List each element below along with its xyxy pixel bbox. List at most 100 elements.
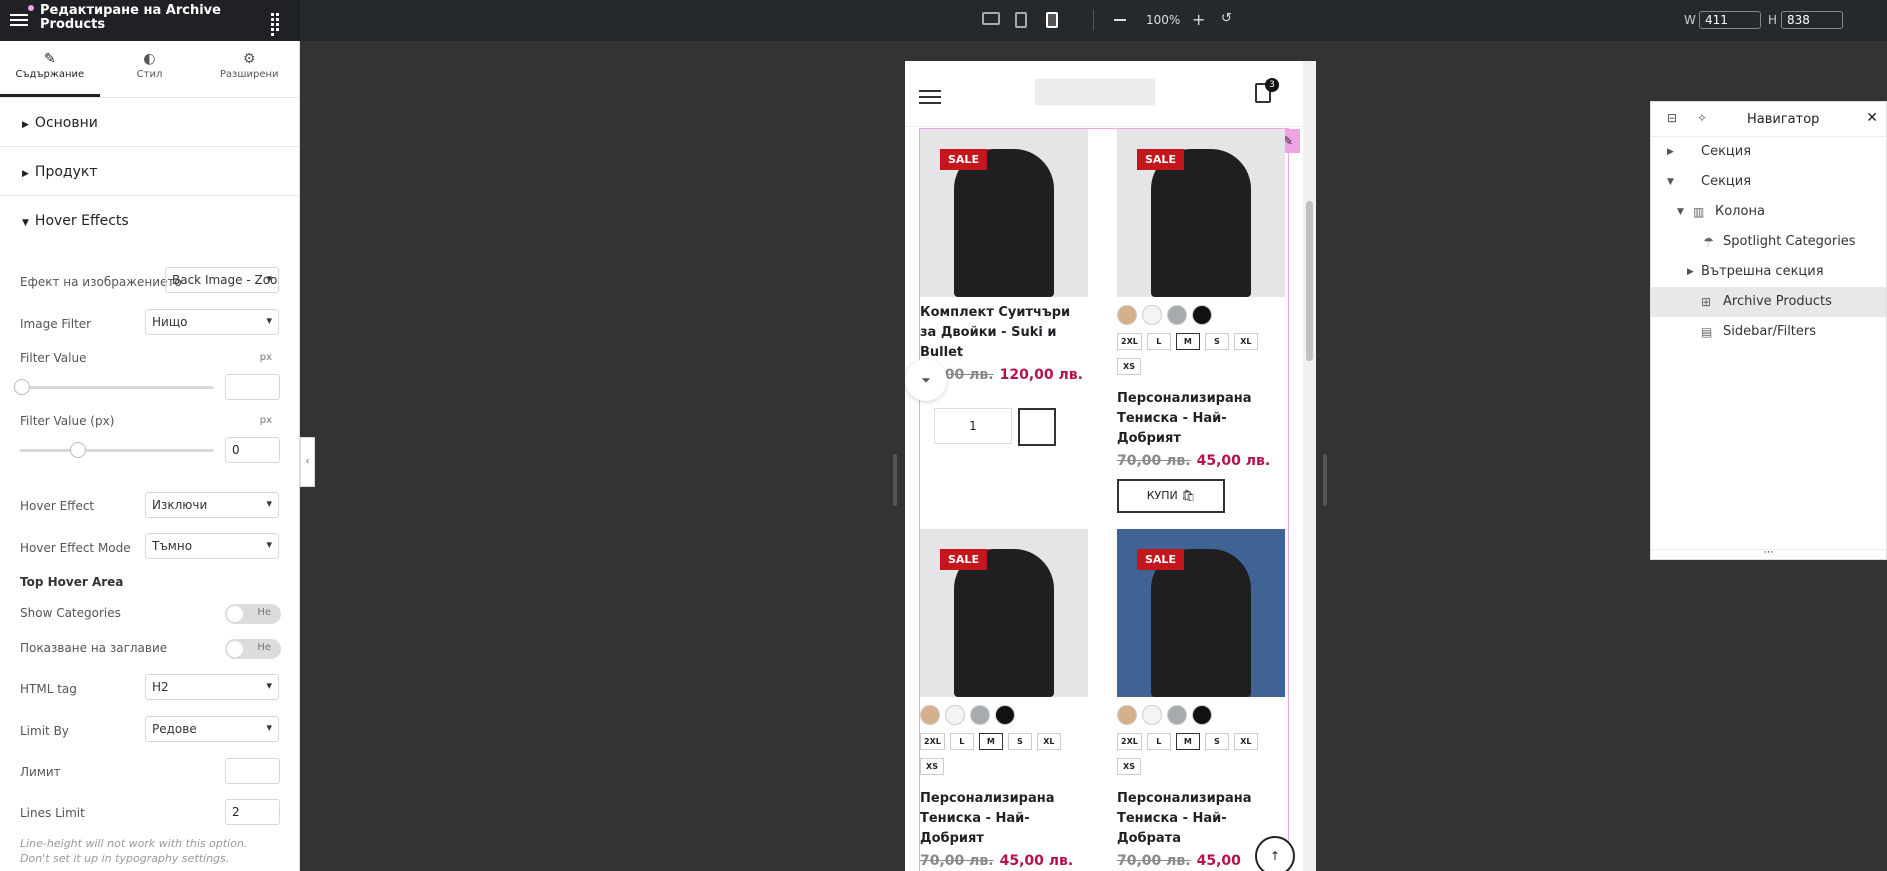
tab-style[interactable]: ◐ Стил — [100, 41, 200, 97]
collapse-all-icon[interactable]: ⊟ — [1667, 111, 1677, 125]
nav-item-sidebar[interactable]: ▤ Sidebar/Filters — [1651, 317, 1886, 347]
filter-icon[interactable]: ⏷ — [905, 359, 947, 401]
size-option[interactable]: S — [1007, 733, 1032, 750]
nav-item-archive-products[interactable]: ⊞ Archive Products — [1651, 287, 1886, 317]
swatch[interactable] — [1142, 705, 1162, 725]
mobile-icon[interactable] — [1046, 12, 1058, 28]
size-option[interactable]: S — [1204, 733, 1229, 750]
caret-right-icon[interactable]: ▶ — [1667, 137, 1674, 167]
caret-down-icon[interactable]: ▼ — [1667, 167, 1674, 197]
reset-zoom-icon[interactable]: ↺ — [1221, 11, 1232, 26]
product-title[interactable]: Персонализирана Тениска - Най-Добрият — [920, 789, 1090, 849]
ai-sparkle-icon[interactable]: ✧ — [1697, 111, 1707, 125]
caret-right-icon[interactable]: ▶ — [1687, 257, 1694, 287]
preview-scrollbar[interactable] — [1303, 61, 1316, 871]
html-tag-select[interactable]: H2 — [145, 674, 279, 700]
product-title[interactable]: Комплект Суитчъри за Двойки - Suki и Bul… — [920, 303, 1090, 363]
desktop-icon[interactable] — [982, 12, 1000, 25]
product-image[interactable]: SALE — [920, 529, 1088, 697]
filter-value-px-input[interactable]: 0 — [225, 437, 280, 463]
swatch[interactable] — [920, 705, 940, 725]
swatch[interactable] — [995, 705, 1015, 725]
product-card[interactable]: SALE 2XL L M S XL XS Персонализирана Тениска … — [920, 529, 1090, 869]
product-image[interactable]: SALE — [1117, 129, 1285, 297]
widgets-grid-icon[interactable] — [271, 13, 285, 36]
product-card[interactable]: SALE 2XL L M S XL XS Персонализирана Тениска … — [1117, 129, 1287, 513]
swatch[interactable] — [1167, 705, 1187, 725]
product-card[interactable]: SALE Комплект Суитчъри за Двойки - Suki … — [920, 129, 1090, 383]
resize-handle-left[interactable] — [893, 454, 897, 506]
zoom-in-icon[interactable]: + — [1192, 10, 1205, 29]
size-option[interactable]: XS — [1117, 758, 1141, 775]
resize-handle-right[interactable] — [1323, 454, 1327, 506]
filter-value-slider[interactable] — [14, 379, 214, 395]
size-option[interactable]: M — [978, 733, 1003, 750]
scrollbar-thumb[interactable] — [1306, 201, 1313, 361]
archive-products-widget[interactable]: ✎ SALE Комплект Суитчъри за Двойки - Suk… — [919, 128, 1300, 871]
image-effect-select[interactable]: Back Image - Zoom — [165, 267, 279, 293]
navigator-resize-handle[interactable]: ⋯ — [1651, 548, 1886, 559]
swatch[interactable] — [1142, 305, 1162, 325]
product-image[interactable]: SALE — [920, 129, 1088, 297]
width-input[interactable]: 411 — [1699, 11, 1761, 29]
size-option[interactable]: S — [1204, 333, 1229, 350]
quantity-stepper[interactable]: 1 — [934, 408, 1012, 444]
back-to-top-icon[interactable]: ↑ — [1255, 836, 1295, 871]
zoom-out-icon[interactable] — [1114, 19, 1126, 21]
slider-handle[interactable] — [70, 442, 86, 458]
caret-down-icon[interactable]: ▼ — [1677, 197, 1684, 227]
filter-value-unit[interactable]: px — [260, 352, 272, 363]
nav-item-section[interactable]: ▶ Секция — [1651, 137, 1886, 167]
swatch[interactable] — [945, 705, 965, 725]
buy-button[interactable]: КУПИ 🛍 — [1117, 479, 1225, 513]
limit-input[interactable] — [225, 758, 280, 784]
collapse-panel-button[interactable]: ‹ — [300, 437, 315, 487]
filter-value-px-unit[interactable]: px — [260, 415, 272, 426]
size-option[interactable]: L — [949, 733, 974, 750]
size-option[interactable]: XL — [1036, 733, 1061, 750]
section-hover-effects[interactable]: ▼ Hover Effects — [0, 196, 299, 245]
size-option[interactable]: 2XL — [920, 733, 945, 750]
show-categories-toggle[interactable]: Не — [225, 604, 281, 624]
product-title[interactable]: Персонализирана Тениска - Най-Добрият — [1117, 389, 1287, 449]
size-option[interactable]: XS — [920, 758, 944, 775]
swatch[interactable] — [1117, 705, 1137, 725]
nav-item-section[interactable]: ▼ Секция — [1651, 167, 1886, 197]
size-option[interactable]: 2XL — [1117, 333, 1142, 350]
size-option[interactable]: XL — [1233, 733, 1258, 750]
mobile-menu-icon[interactable] — [919, 86, 941, 108]
tab-advanced[interactable]: ⚙ Разширени — [199, 41, 299, 97]
size-option[interactable]: XS — [1117, 358, 1141, 375]
show-title-toggle[interactable]: Не — [225, 639, 281, 659]
hover-mode-select[interactable]: Тъмно — [145, 533, 279, 559]
size-option[interactable]: M — [1175, 733, 1200, 750]
limit-by-select[interactable]: Редове — [145, 716, 279, 742]
section-basic[interactable]: ▶ Основни — [0, 98, 299, 147]
logo[interactable] — [1035, 79, 1155, 105]
product-card[interactable]: SALE 2XL L M S XLXS Персонализирана Тениска … — [1117, 529, 1287, 869]
nav-item-spotlight[interactable]: ☂ Spotlight Categories — [1651, 227, 1886, 257]
nav-item-column[interactable]: ▼ ▥ Колона — [1651, 197, 1886, 227]
close-icon[interactable]: ✕ — [1866, 110, 1878, 126]
add-to-cart-button[interactable] — [1018, 408, 1056, 446]
swatch[interactable] — [1117, 305, 1137, 325]
swatch[interactable] — [970, 705, 990, 725]
section-product[interactable]: ▶ Продукт — [0, 147, 299, 196]
swatch[interactable] — [1192, 705, 1212, 725]
filter-value-px-slider[interactable] — [20, 442, 214, 458]
tablet-icon[interactable] — [1015, 12, 1027, 28]
size-option[interactable]: M — [1175, 333, 1200, 350]
size-option[interactable]: XL — [1233, 333, 1258, 350]
menu-icon[interactable] — [10, 11, 28, 29]
size-option[interactable]: 2XL — [1117, 733, 1142, 750]
image-filter-select[interactable]: Нищо — [145, 309, 279, 335]
size-option[interactable]: L — [1146, 333, 1171, 350]
tab-content[interactable]: ✎ Съдържание — [0, 41, 100, 97]
product-image[interactable]: SALE — [1117, 529, 1285, 697]
size-option[interactable]: L — [1146, 733, 1171, 750]
hover-effect-select[interactable]: Изключи — [145, 492, 279, 518]
slider-handle[interactable] — [14, 379, 30, 395]
filter-value-input[interactable] — [225, 374, 280, 400]
swatch[interactable] — [1167, 305, 1187, 325]
swatch[interactable] — [1192, 305, 1212, 325]
